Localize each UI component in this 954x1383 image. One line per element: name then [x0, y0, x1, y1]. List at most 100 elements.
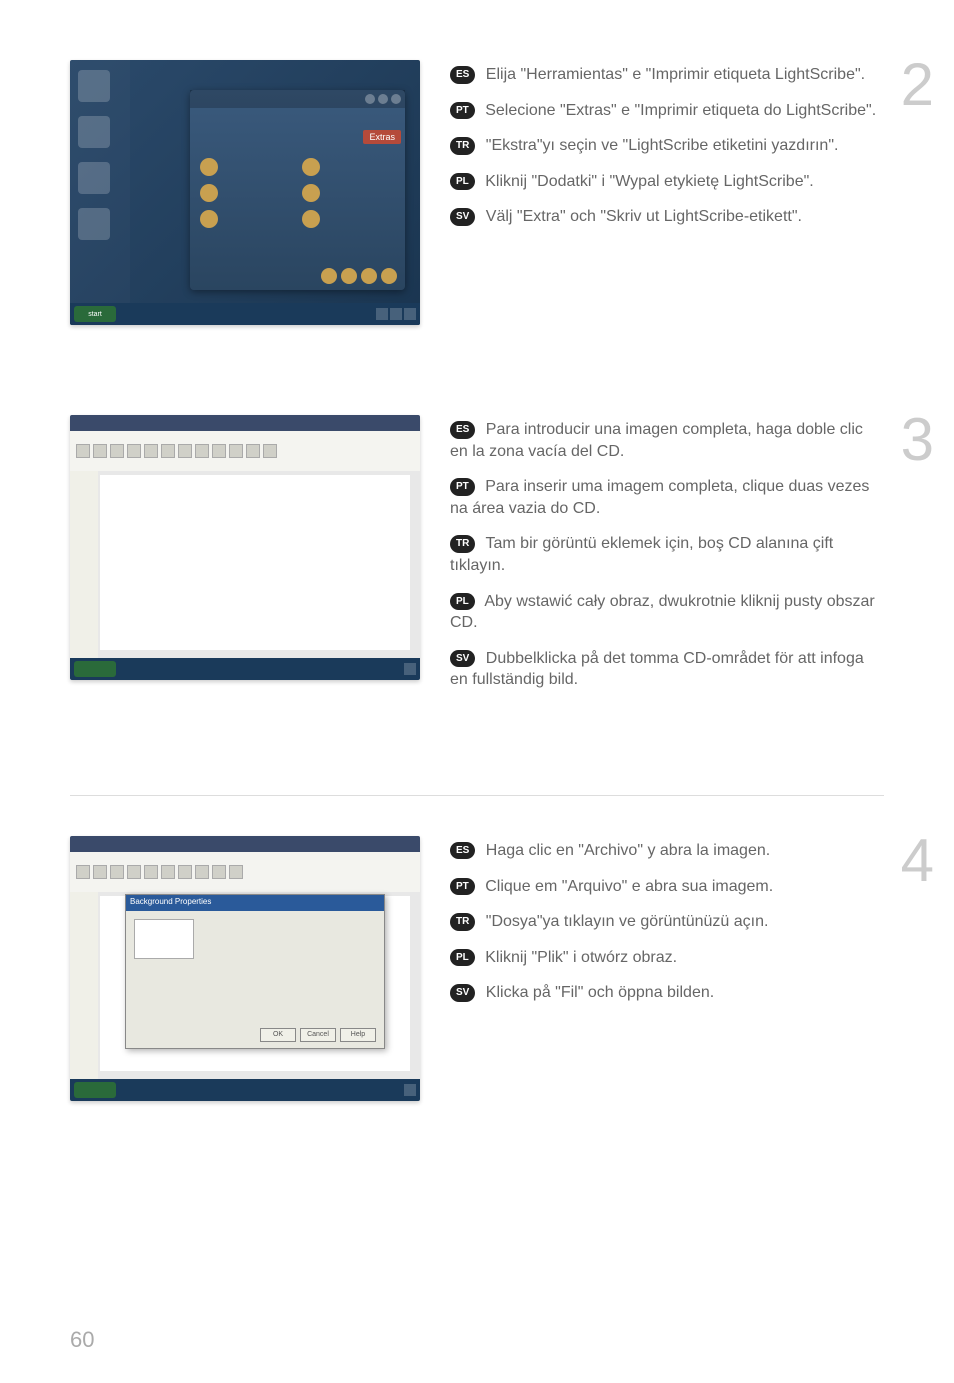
lang-badge-sv: SV	[450, 650, 475, 668]
action-icon	[381, 268, 397, 284]
lang-badge-pl: PL	[450, 593, 475, 611]
instruction-tr: TR "Ekstra"yı seçin ve "LightScribe etik…	[450, 135, 884, 157]
step-3: ES Para introducir una imagen completa, …	[70, 415, 884, 705]
tray-icon	[404, 308, 416, 320]
instruction-text: Para introducir una imagen completa, hag…	[450, 421, 863, 460]
instruction-text: "Ekstra"yı seçin ve "LightScribe etiketi…	[486, 137, 839, 154]
toolbar-button	[93, 865, 107, 879]
lang-badge-tr: TR	[450, 535, 475, 553]
ok-button: OK	[260, 1028, 296, 1042]
instruction-sv: SV Dubbelklicka på det tomma CD-området …	[450, 648, 884, 691]
editor-canvas	[100, 475, 410, 650]
instruction-pt: PT Para inserir uma imagem completa, cli…	[450, 476, 884, 519]
taskbar	[70, 1079, 420, 1101]
taskbar: start	[70, 303, 420, 325]
toolbar-button	[195, 865, 209, 879]
lang-badge-pt: PT	[450, 478, 475, 496]
toolbar-button	[212, 444, 226, 458]
instruction-text: Elija "Herramientas" e "Imprimir etiquet…	[486, 66, 865, 83]
tray-icon	[390, 308, 402, 320]
start-button: start	[74, 306, 116, 322]
desktop-icon	[78, 70, 110, 102]
step-4: Background Properties OK Cancel Help	[70, 836, 884, 1101]
dialog-buttons: OK Cancel Help	[260, 1028, 376, 1042]
lang-badge-pl: PL	[450, 173, 475, 191]
menu-icon	[200, 184, 218, 202]
desktop-icon	[78, 208, 110, 240]
step-2: Extras	[70, 60, 884, 325]
menubar	[70, 836, 420, 852]
menubar	[70, 415, 420, 431]
instruction-pl: PL Kliknij "Dodatki" i "Wypal etykietę L…	[450, 171, 884, 193]
titlebar	[190, 90, 405, 108]
step-4-text: ES Haga clic en "Archivo" y abra la imag…	[450, 836, 884, 1101]
toolbar-button	[144, 865, 158, 879]
instruction-pt: PT Clique em "Arquivo" e abra sua imagem…	[450, 876, 884, 898]
instruction-tr: TR Tam bir görüntü eklemek için, boş CD …	[450, 533, 884, 576]
taskbar	[70, 658, 420, 680]
help-button: Help	[340, 1028, 376, 1042]
toolbar-button	[178, 865, 192, 879]
dialog-body	[126, 911, 384, 973]
dialog-preview	[134, 919, 194, 959]
toolbar-button	[212, 865, 226, 879]
menu-item	[302, 184, 396, 202]
instruction-text: Haga clic en "Archivo" y abra la imagen.	[486, 842, 770, 859]
system-tray	[404, 1084, 416, 1096]
step-3-image	[70, 415, 420, 705]
toolbar-button	[246, 444, 260, 458]
instruction-es: ES Para introducir una imagen completa, …	[450, 419, 884, 462]
menu-item	[200, 210, 294, 228]
menu-icon	[302, 158, 320, 176]
lang-badge-tr: TR	[450, 913, 475, 931]
lang-badge-es: ES	[450, 66, 475, 84]
page: Extras	[0, 0, 954, 1231]
lang-badge-sv: SV	[450, 208, 475, 226]
dialog-title: Background Properties	[126, 895, 384, 911]
instruction-text: Kliknij "Plik" i otwórz obraz.	[485, 949, 677, 966]
toolbar-button	[144, 444, 158, 458]
instruction-text: Clique em "Arquivo" e abra sua imagem.	[485, 878, 773, 895]
screenshot-desktop: Extras	[70, 60, 420, 325]
instruction-sv: SV Välj "Extra" och "Skriv ut LightScrib…	[450, 206, 884, 228]
icon-grid	[190, 108, 405, 238]
toolbar-button	[127, 865, 141, 879]
system-tray	[404, 663, 416, 675]
instruction-text: Aby wstawić cały obraz, dwukrotnie klikn…	[450, 593, 875, 632]
bottom-icons	[321, 268, 397, 284]
instruction-text: Välj "Extra" och "Skriv ut LightScribe-e…	[486, 208, 802, 225]
menu-item	[200, 158, 294, 176]
instruction-text: Selecione "Extras" e "Imprimir etiqueta …	[485, 102, 876, 119]
instruction-text: Tam bir görüntü eklemek için, boş CD ala…	[450, 535, 833, 574]
menu-item	[200, 184, 294, 202]
lang-badge-pt: PT	[450, 878, 475, 896]
step-number-2: 2	[901, 50, 934, 119]
desktop-icon	[78, 116, 110, 148]
toolbar-button	[229, 444, 243, 458]
menu-item	[302, 158, 396, 176]
instruction-pt: PT Selecione "Extras" e "Imprimir etique…	[450, 100, 884, 122]
editor-sidebar	[70, 471, 98, 658]
step-number-3: 3	[901, 405, 934, 474]
instruction-text: Para inserir uma imagem completa, clique…	[450, 478, 869, 517]
page-number: 60	[70, 1327, 94, 1353]
tray-icon	[404, 663, 416, 675]
window-button	[391, 94, 401, 104]
lang-badge-pl: PL	[450, 949, 475, 967]
toolbar-button	[263, 444, 277, 458]
instruction-pl: PL Kliknij "Plik" i otwórz obraz.	[450, 947, 884, 969]
toolbar-button	[76, 865, 90, 879]
toolbar-button	[161, 444, 175, 458]
toolbar-button	[229, 865, 243, 879]
instruction-es: ES Haga clic en "Archivo" y abra la imag…	[450, 840, 884, 862]
instruction-text: "Dosya"ya tıklayın ve görüntünüzü açın.	[486, 913, 769, 930]
toolbar-button	[161, 865, 175, 879]
instruction-pl: PL Aby wstawić cały obraz, dwukrotnie kl…	[450, 591, 884, 634]
extras-badge: Extras	[363, 130, 401, 144]
action-icon	[321, 268, 337, 284]
lang-badge-tr: TR	[450, 137, 475, 155]
toolbar-button	[178, 444, 192, 458]
menu-icon	[200, 158, 218, 176]
start-button	[74, 1082, 116, 1098]
step-2-image: Extras	[70, 60, 420, 325]
